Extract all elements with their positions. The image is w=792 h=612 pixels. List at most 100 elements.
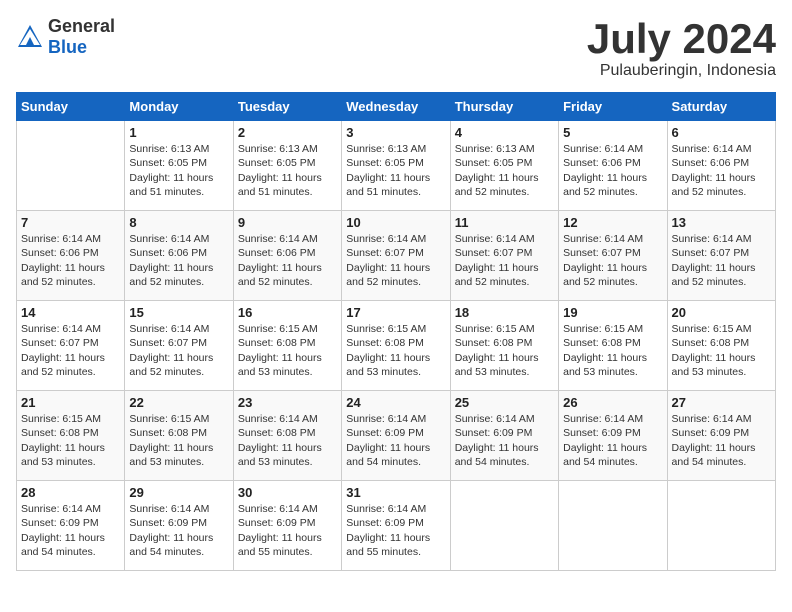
day-info: Sunrise: 6:14 AMSunset: 6:08 PMDaylight:… (238, 412, 337, 469)
day-info: Sunrise: 6:14 AMSunset: 6:09 PMDaylight:… (672, 412, 771, 469)
day-info: Sunrise: 6:14 AMSunset: 6:09 PMDaylight:… (346, 502, 445, 559)
week-row-3: 14 Sunrise: 6:14 AMSunset: 6:07 PMDayligh… (17, 301, 776, 391)
calendar-cell: 29 Sunrise: 6:14 AMSunset: 6:09 PMDayligh… (125, 481, 233, 571)
day-info: Sunrise: 6:15 AMSunset: 6:08 PMDaylight:… (672, 322, 771, 379)
day-info: Sunrise: 6:13 AMSunset: 6:05 PMDaylight:… (238, 142, 337, 199)
calendar-cell: 19 Sunrise: 6:15 AMSunset: 6:08 PMDayligh… (559, 301, 667, 391)
day-number: 5 (563, 125, 662, 140)
week-row-2: 7 Sunrise: 6:14 AMSunset: 6:06 PMDaylight… (17, 211, 776, 301)
day-number: 3 (346, 125, 445, 140)
day-number: 10 (346, 215, 445, 230)
calendar-cell: 26 Sunrise: 6:14 AMSunset: 6:09 PMDayligh… (559, 391, 667, 481)
calendar-cell: 4 Sunrise: 6:13 AMSunset: 6:05 PMDaylight… (450, 121, 558, 211)
calendar-cell: 23 Sunrise: 6:14 AMSunset: 6:08 PMDayligh… (233, 391, 341, 481)
day-number: 26 (563, 395, 662, 410)
day-info: Sunrise: 6:14 AMSunset: 6:06 PMDaylight:… (672, 142, 771, 199)
day-number: 15 (129, 305, 228, 320)
calendar-cell: 8 Sunrise: 6:14 AMSunset: 6:06 PMDaylight… (125, 211, 233, 301)
calendar-cell: 2 Sunrise: 6:13 AMSunset: 6:05 PMDaylight… (233, 121, 341, 211)
day-number: 7 (21, 215, 120, 230)
calendar-cell: 20 Sunrise: 6:15 AMSunset: 6:08 PMDayligh… (667, 301, 775, 391)
day-info: Sunrise: 6:13 AMSunset: 6:05 PMDaylight:… (455, 142, 554, 199)
header-day-sunday: Sunday (17, 93, 125, 121)
day-number: 9 (238, 215, 337, 230)
day-number: 27 (672, 395, 771, 410)
header-day-saturday: Saturday (667, 93, 775, 121)
day-info: Sunrise: 6:14 AMSunset: 6:09 PMDaylight:… (238, 502, 337, 559)
day-number: 14 (21, 305, 120, 320)
calendar-cell: 24Sunrise: 6:14 AMSunset: 6:09 PMDayligh… (342, 391, 450, 481)
day-number: 2 (238, 125, 337, 140)
day-info: Sunrise: 6:14 AMSunset: 6:07 PMDaylight:… (346, 232, 445, 289)
day-number: 4 (455, 125, 554, 140)
day-number: 13 (672, 215, 771, 230)
logo-icon (16, 23, 44, 51)
day-number: 23 (238, 395, 337, 410)
subtitle: Pulauberingin, Indonesia (587, 62, 776, 80)
day-info: Sunrise: 6:15 AMSunset: 6:08 PMDaylight:… (563, 322, 662, 379)
calendar-cell: 28 Sunrise: 6:14 AMSunset: 6:09 PMDayligh… (17, 481, 125, 571)
day-info: Sunrise: 6:14 AMSunset: 6:07 PMDaylight:… (672, 232, 771, 289)
day-number: 17 (346, 305, 445, 320)
calendar-cell: 17 Sunrise: 6:15 AMSunset: 6:08 PMDayligh… (342, 301, 450, 391)
day-number: 1 (129, 125, 228, 140)
calendar-cell: 15Sunrise: 6:14 AMSunset: 6:07 PMDayligh… (125, 301, 233, 391)
day-number: 30 (238, 485, 337, 500)
day-number: 6 (672, 125, 771, 140)
day-number: 11 (455, 215, 554, 230)
calendar-cell: 10 Sunrise: 6:14 AMSunset: 6:07 PMDayligh… (342, 211, 450, 301)
main-title: July 2024 (587, 16, 776, 62)
day-number: 25 (455, 395, 554, 410)
calendar-cell: 31Sunrise: 6:14 AMSunset: 6:09 PMDayligh… (342, 481, 450, 571)
day-number: 29 (129, 485, 228, 500)
calendar-cell: 6 Sunrise: 6:14 AMSunset: 6:06 PMDaylight… (667, 121, 775, 211)
day-number: 20 (672, 305, 771, 320)
calendar-body: 1 Sunrise: 6:13 AMSunset: 6:05 PMDaylight… (17, 121, 776, 571)
day-number: 19 (563, 305, 662, 320)
day-info: Sunrise: 6:15 AMSunset: 6:08 PMDaylight:… (455, 322, 554, 379)
calendar-cell: 11 Sunrise: 6:14 AMSunset: 6:07 PMDayligh… (450, 211, 558, 301)
day-number: 24 (346, 395, 445, 410)
calendar-cell (450, 481, 558, 571)
day-info: Sunrise: 6:14 AMSunset: 6:09 PMDaylight:… (563, 412, 662, 469)
calendar-cell: 27 Sunrise: 6:14 AMSunset: 6:09 PMDayligh… (667, 391, 775, 481)
calendar-cell (17, 121, 125, 211)
calendar-cell: 16 Sunrise: 6:15 AMSunset: 6:08 PMDayligh… (233, 301, 341, 391)
header-day-friday: Friday (559, 93, 667, 121)
day-info: Sunrise: 6:15 AMSunset: 6:08 PMDaylight:… (346, 322, 445, 379)
header-day-thursday: Thursday (450, 93, 558, 121)
calendar-cell: 18Sunrise: 6:15 AMSunset: 6:08 PMDayligh… (450, 301, 558, 391)
day-info: Sunrise: 6:13 AMSunset: 6:05 PMDaylight:… (129, 142, 228, 199)
day-info: Sunrise: 6:13 AMSunset: 6:05 PMDaylight:… (346, 142, 445, 199)
day-info: Sunrise: 6:14 AMSunset: 6:09 PMDaylight:… (21, 502, 120, 559)
header-row: SundayMondayTuesdayWednesdayThursdayFrid… (17, 93, 776, 121)
day-number: 21 (21, 395, 120, 410)
day-number: 28 (21, 485, 120, 500)
calendar-cell: 25Sunrise: 6:14 AMSunset: 6:09 PMDayligh… (450, 391, 558, 481)
day-info: Sunrise: 6:14 AMSunset: 6:07 PMDaylight:… (563, 232, 662, 289)
day-info: Sunrise: 6:14 AMSunset: 6:09 PMDaylight:… (129, 502, 228, 559)
day-info: Sunrise: 6:14 AMSunset: 6:07 PMDaylight:… (21, 322, 120, 379)
day-info: Sunrise: 6:14 AMSunset: 6:06 PMDaylight:… (129, 232, 228, 289)
day-info: Sunrise: 6:15 AMSunset: 6:08 PMDaylight:… (238, 322, 337, 379)
calendar-cell: 5Sunrise: 6:14 AMSunset: 6:06 PMDaylight… (559, 121, 667, 211)
week-row-1: 1 Sunrise: 6:13 AMSunset: 6:05 PMDaylight… (17, 121, 776, 211)
calendar-cell: 7 Sunrise: 6:14 AMSunset: 6:06 PMDaylight… (17, 211, 125, 301)
calendar-cell: 30 Sunrise: 6:14 AMSunset: 6:09 PMDayligh… (233, 481, 341, 571)
day-info: Sunrise: 6:14 AMSunset: 6:06 PMDaylight:… (238, 232, 337, 289)
day-info: Sunrise: 6:14 AMSunset: 6:06 PMDaylight:… (21, 232, 120, 289)
header-day-tuesday: Tuesday (233, 93, 341, 121)
day-number: 8 (129, 215, 228, 230)
day-info: Sunrise: 6:14 AMSunset: 6:07 PMDaylight:… (455, 232, 554, 289)
header-day-wednesday: Wednesday (342, 93, 450, 121)
logo-blue: Blue (48, 37, 87, 57)
calendar-table: SundayMondayTuesdayWednesdayThursdayFrid… (16, 92, 776, 571)
calendar-cell: 1 Sunrise: 6:13 AMSunset: 6:05 PMDaylight… (125, 121, 233, 211)
calendar-header: SundayMondayTuesdayWednesdayThursdayFrid… (17, 93, 776, 121)
logo-general: General (48, 16, 115, 36)
week-row-5: 28 Sunrise: 6:14 AMSunset: 6:09 PMDayligh… (17, 481, 776, 571)
calendar-cell: 13 Sunrise: 6:14 AMSunset: 6:07 PMDayligh… (667, 211, 775, 301)
calendar-cell: 9 Sunrise: 6:14 AMSunset: 6:06 PMDaylight… (233, 211, 341, 301)
day-number: 16 (238, 305, 337, 320)
week-row-4: 21Sunrise: 6:15 AMSunset: 6:08 PMDayligh… (17, 391, 776, 481)
